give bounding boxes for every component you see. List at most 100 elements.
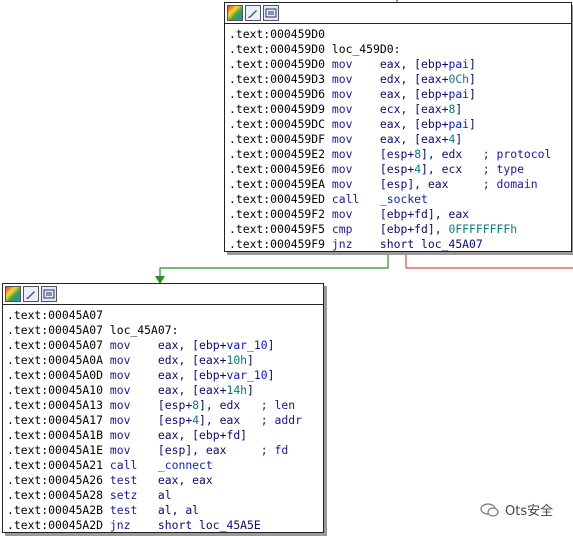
code-line: .text:00045A07 mov eax, [ebp+var_10] — [7, 338, 319, 353]
code-operand: ] — [455, 102, 463, 116]
code-operand: [ebp+fd], — [379, 222, 449, 236]
code-operand: ] — [267, 368, 275, 382]
code-line: .text:00045A0A mov edx, [eax+10h] — [7, 353, 319, 368]
code-mnemonic: mov — [331, 132, 353, 146]
code-line: .text:000459D0 mov eax, [ebp+pai] — [229, 57, 567, 72]
code-address: .text:000459D0 — [229, 57, 326, 71]
code-line: .text:000459F5 cmp [ebp+fd], 0FFFFFFFFh — [229, 222, 567, 237]
code-line: .text:000459D6 mov eax, [ebp+pai] — [229, 87, 567, 102]
code-operand: [esp+ — [379, 147, 415, 161]
code-address: .text:000459E6 — [229, 162, 326, 176]
code-mnemonic: mov — [109, 368, 131, 382]
code-mnemonic: cmp — [331, 222, 353, 236]
code-comment: ; domain — [482, 177, 538, 191]
code-address: .text:000459DF — [229, 132, 326, 146]
code-address: .text:00045A2D — [7, 518, 104, 532]
code-operand: ], eax — [199, 413, 241, 427]
watermark-text: Ots安全 — [505, 504, 554, 519]
code-address: .text:00045A21 — [7, 458, 104, 472]
code-address: .text:000459DC — [229, 117, 326, 131]
code-line: .text:00045A2B test al, al — [7, 503, 319, 518]
code-operand: ecx, [eax+ — [379, 102, 449, 116]
code-operand: [esp], eax — [157, 443, 227, 457]
code-operand: short loc_45A07 — [379, 237, 483, 251]
code-comment: ; addr — [260, 413, 302, 427]
code-mnemonic: mov — [331, 57, 353, 71]
code-address: .text:00045A07 — [7, 323, 104, 337]
code-operand: ] — [247, 353, 254, 367]
code-line: .text:00045A2D jnz short loc_45A5E — [7, 518, 319, 533]
code-operand: [ebp+fd], eax — [379, 207, 470, 221]
graph-view-icon[interactable] — [263, 5, 279, 21]
code-line: .text:00045A07 loc_45A07: — [7, 323, 319, 338]
graph-view-icon[interactable] — [41, 286, 57, 302]
code-line: .text:00045A17 mov [esp+4], eax ; addr — [7, 413, 319, 428]
code-block-loc-45a07[interactable]: .text:00045A07 .text:00045A07 loc_45A07:.… — [2, 283, 324, 533]
code-operand: ], edx — [421, 147, 463, 161]
code-operand: eax, [ebp+ — [379, 87, 449, 101]
code-label: loc_45A07: — [109, 323, 179, 337]
code-operand: [esp+ — [157, 398, 193, 412]
code-operand: eax, [ebp+ — [379, 117, 449, 131]
pen-edit-icon[interactable] — [245, 5, 261, 21]
code-address: .text:00045A07 — [7, 338, 104, 352]
watermark: Ots安全 — [480, 500, 553, 519]
code-line: .text:00045A13 mov [esp+8], edx ; len — [7, 398, 319, 413]
edge-true-branch — [159, 252, 389, 279]
code-call-target: _connect — [157, 458, 213, 472]
code-operand: [esp], eax — [379, 177, 449, 191]
code-operand: ] — [455, 132, 463, 146]
code-mnemonic: mov — [331, 147, 353, 161]
code-operand: eax, [ebp+fd] — [157, 428, 248, 442]
pen-edit-icon[interactable] — [23, 286, 39, 302]
code-mnemonic: mov — [109, 383, 131, 397]
code-address: .text:000459F5 — [229, 222, 326, 236]
code-mnemonic: jnz — [109, 518, 131, 532]
code-line: .text:000459DF mov eax, [eax+4] — [229, 132, 567, 147]
code-mnemonic: call — [109, 458, 138, 472]
code-address: .text:000459D0 — [229, 42, 326, 56]
code-line: .text:000459E6 mov [esp+4], ecx ; type — [229, 162, 567, 177]
code-line: .text:000459ED call _socket — [229, 192, 567, 207]
code-operand: [esp+ — [379, 162, 415, 176]
color-palette-icon[interactable] — [227, 5, 243, 21]
code-address: .text:00045A2B — [7, 503, 104, 517]
code-line: .text:00045A10 mov eax, [eax+14h] — [7, 383, 319, 398]
code-number: 0Ch — [448, 72, 470, 86]
code-operand: ] — [247, 383, 254, 397]
code-address: .text:000459D9 — [229, 102, 326, 116]
code-number: 14h — [226, 383, 248, 397]
code-address: .text:000459EA — [229, 177, 326, 191]
code-line: .text:000459D0 loc_459D0: — [229, 42, 567, 57]
code-block-loc-459d0[interactable]: .text:000459D0 .text:000459D0 loc_459D0:.… — [224, 2, 572, 252]
code-address: .text:00045A13 — [7, 398, 104, 412]
code-variable: var_10 — [226, 338, 268, 352]
code-operand: eax, eax — [157, 473, 213, 487]
code-mnemonic: mov — [109, 443, 131, 457]
code-operand: ] — [469, 72, 476, 86]
color-palette-icon[interactable] — [5, 286, 21, 302]
code-variable: var_10 — [226, 368, 268, 382]
code-line: .text:00045A26 test eax, eax — [7, 473, 319, 488]
code-line: .text:00045A0D mov eax, [ebp+var_10] — [7, 368, 319, 383]
code-address: .text:00045A10 — [7, 383, 104, 397]
code-mnemonic: mov — [331, 117, 353, 131]
code-address: .text:000459D0 — [229, 27, 326, 41]
code-comment: ; type — [482, 162, 524, 176]
code-line: .text:000459DC mov eax, [ebp+pai] — [229, 117, 567, 132]
code-address: .text:000459F2 — [229, 207, 326, 221]
code-operand: ], edx — [199, 398, 241, 412]
code-address: .text:00045A28 — [7, 488, 104, 502]
code-line: .text:00045A1B mov eax, [ebp+fd] — [7, 428, 319, 443]
code-address: .text:00045A26 — [7, 473, 104, 487]
code-address: .text:00045A0A — [7, 353, 104, 367]
block-toolbar — [225, 3, 571, 24]
code-comment: ; protocol — [482, 147, 552, 161]
code-comment: ; len — [260, 398, 296, 412]
code-address: .text:000459F9 — [229, 237, 326, 251]
code-operand: edx, [eax+ — [157, 353, 227, 367]
code-number: 0FFFFFFFFh — [448, 222, 518, 236]
code-mnemonic: mov — [331, 177, 353, 191]
block-toolbar — [3, 284, 323, 305]
block-code: .text:00045A07 .text:00045A07 loc_45A07:.… — [3, 305, 323, 536]
